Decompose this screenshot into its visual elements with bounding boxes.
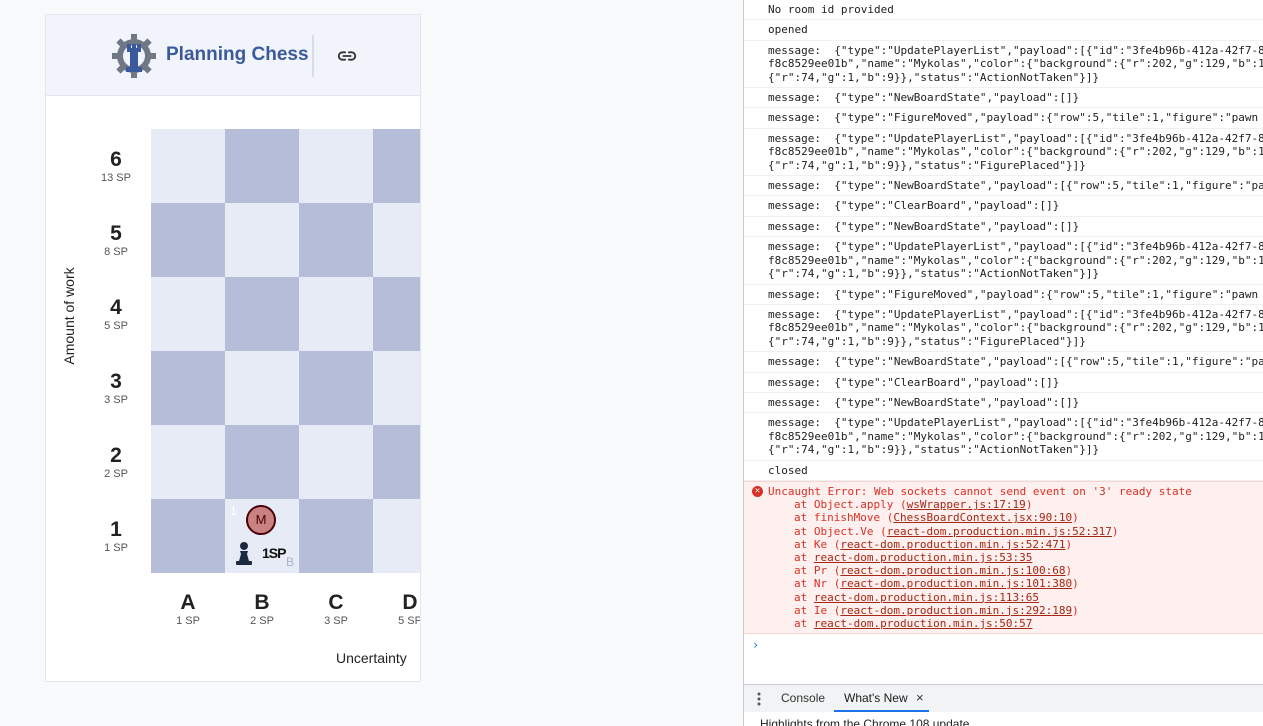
board-cell-b6[interactable] bbox=[225, 129, 299, 203]
board-cell-a5[interactable] bbox=[151, 203, 225, 277]
stack-frame: at Pr (react-dom.production.min.js:100:6… bbox=[794, 564, 1073, 578]
row-label-4: 45 SP bbox=[104, 296, 128, 332]
console-message: message: {"type":"FigureMoved","payload"… bbox=[744, 285, 1263, 305]
console-error: ✕ Uncaught Error: Web sockets cannot sen… bbox=[744, 480, 1263, 635]
col-label-a: A1 SP bbox=[176, 591, 200, 627]
console-message: message: {"type":"NewBoardState","payloa… bbox=[744, 352, 1263, 373]
row-label-5: 58 SP bbox=[104, 222, 128, 258]
board-cell-b3[interactable] bbox=[225, 351, 299, 425]
chess-board bbox=[151, 129, 420, 573]
console-prompt[interactable]: › bbox=[744, 634, 1263, 652]
link-icon[interactable] bbox=[336, 45, 358, 67]
tab-whats-new[interactable]: What's New bbox=[844, 691, 908, 705]
console-message: No room id provided bbox=[744, 0, 1263, 21]
console-message: message: {"type":"ClearBoard","payload":… bbox=[744, 373, 1263, 393]
whats-new-content: Highlights from the Chrome 108 update bbox=[744, 712, 1263, 726]
board-cell-d1[interactable] bbox=[373, 499, 420, 573]
board-cell-d6[interactable] bbox=[373, 129, 420, 203]
app-title: Planning Chess bbox=[166, 44, 309, 65]
error-icon: ✕ bbox=[752, 485, 763, 497]
stack-link[interactable]: react-dom.production.min.js:292:189 bbox=[840, 604, 1072, 617]
board-cell-c3[interactable] bbox=[299, 351, 373, 425]
console-message: message: {"type":"NewBoardState","payloa… bbox=[744, 217, 1263, 238]
drawer-tab-bar: Console What's New × bbox=[744, 684, 1263, 713]
board-cell-a2[interactable] bbox=[151, 425, 225, 499]
stack-frame: at Nr (react-dom.production.min.js:101:3… bbox=[794, 577, 1079, 591]
stack-link[interactable]: react-dom.production.min.js:52:317 bbox=[887, 525, 1112, 538]
x-axis-label: Uncertainty bbox=[336, 650, 407, 666]
stack-frame: at react-dom.production.min.js:113:65 bbox=[794, 590, 1040, 604]
console-message: message: {"type":"UpdatePlayerList","pay… bbox=[744, 413, 1263, 461]
board-cell-b2[interactable] bbox=[225, 425, 299, 499]
board-cell-d4[interactable] bbox=[373, 277, 420, 351]
header-divider bbox=[312, 35, 314, 77]
console-message: message: {"type":"FigureMoved","payload"… bbox=[744, 108, 1263, 129]
stack-frame: at Object.Ve (react-dom.production.min.j… bbox=[794, 524, 1119, 538]
board-cell-d5[interactable] bbox=[373, 203, 420, 277]
devtools-panel: No room id provided opened message: {"ty… bbox=[743, 0, 1263, 726]
stack-frame: at Object.apply (wsWrapper.js:17:19) bbox=[794, 498, 1033, 512]
col-label-b: B2 SP bbox=[250, 591, 274, 627]
console-message: closed bbox=[744, 461, 1263, 481]
stack-link[interactable]: react-dom.production.min.js:53:35 bbox=[814, 551, 1033, 564]
col-label-d: D5 SP bbox=[398, 591, 421, 627]
row-label-1: 11 SP bbox=[104, 518, 128, 554]
cell-corner-number: 1 bbox=[230, 504, 237, 518]
board-cell-a3[interactable] bbox=[151, 351, 225, 425]
stack-frame: at react-dom.production.min.js:53:35 bbox=[794, 550, 1033, 564]
stack-frame: at finishMove (ChessBoardContext.jsx:90:… bbox=[794, 511, 1079, 525]
stack-link[interactable]: react-dom.production.min.js:100:68 bbox=[840, 564, 1065, 577]
board-cell-b4[interactable] bbox=[225, 277, 299, 351]
stack-link[interactable]: wsWrapper.js:17:19 bbox=[907, 498, 1026, 511]
console-message: message: {"type":"ClearBoard","payload":… bbox=[744, 196, 1263, 217]
board-cell-c6[interactable] bbox=[299, 129, 373, 203]
error-message: Uncaught Error: Web sockets cannot send … bbox=[768, 484, 1192, 498]
board-cell-d3[interactable] bbox=[373, 351, 420, 425]
console-message: message: {"type":"UpdatePlayerList","pay… bbox=[744, 237, 1263, 285]
console-message: message: {"type":"UpdatePlayerList","pay… bbox=[744, 305, 1263, 353]
stack-link[interactable]: react-dom.production.min.js:113:65 bbox=[814, 591, 1039, 604]
stack-frame: at Ie (react-dom.production.min.js:292:1… bbox=[794, 603, 1079, 617]
close-tab-icon[interactable]: × bbox=[916, 690, 924, 705]
stack-frame: at Ke (react-dom.production.min.js:52:47… bbox=[794, 537, 1073, 551]
console-message: message: {"type":"NewBoardState","payloa… bbox=[744, 88, 1263, 109]
console-log[interactable]: No room id provided opened message: {"ty… bbox=[744, 0, 1263, 684]
console-message: message: {"type":"NewBoardState","payloa… bbox=[744, 393, 1263, 414]
planning-chess-app: Planning Chess Amount of work 6 13 SP 58 … bbox=[45, 14, 421, 682]
rook-gear-logo-icon bbox=[112, 34, 156, 78]
board-cell-c5[interactable] bbox=[299, 203, 373, 277]
console-message: message: {"type":"UpdatePlayerList","pay… bbox=[744, 41, 1263, 89]
board-cell-a1[interactable] bbox=[151, 499, 225, 573]
more-menu-icon[interactable] bbox=[756, 691, 762, 707]
board-cell-b5[interactable] bbox=[225, 203, 299, 277]
board-cell-a4[interactable] bbox=[151, 277, 225, 351]
board-cell-c2[interactable] bbox=[299, 425, 373, 499]
pawn-icon[interactable] bbox=[233, 541, 255, 565]
app-header: Planning Chess bbox=[46, 15, 420, 96]
board-cell-d2[interactable] bbox=[373, 425, 420, 499]
console-message: opened bbox=[744, 20, 1263, 41]
stack-frame: at react-dom.production.min.js:50:57 bbox=[794, 617, 1033, 630]
cell-letter: B bbox=[286, 555, 295, 569]
board-cell-c4[interactable] bbox=[299, 277, 373, 351]
stack-link[interactable]: ChessBoardContext.jsx:90:10 bbox=[893, 511, 1072, 524]
board-cell-a6[interactable] bbox=[151, 129, 225, 203]
row-label-2: 22 SP bbox=[104, 444, 128, 480]
row-label-6: 6 13 SP bbox=[101, 148, 131, 184]
col-label-c: C3 SP bbox=[324, 591, 348, 627]
console-message: message: {"type":"UpdatePlayerList","pay… bbox=[744, 129, 1263, 177]
stack-link[interactable]: react-dom.production.min.js:52:471 bbox=[840, 538, 1065, 551]
console-message: message: {"type":"NewBoardState","payloa… bbox=[744, 176, 1263, 197]
stack-link[interactable]: react-dom.production.min.js:101:380 bbox=[840, 577, 1072, 590]
player-avatar[interactable]: M bbox=[246, 505, 276, 535]
board-cell-c1[interactable] bbox=[299, 499, 373, 573]
row-label-3: 33 SP bbox=[104, 370, 128, 406]
stack-link[interactable]: react-dom.production.min.js:50:57 bbox=[814, 617, 1033, 630]
pawn-story-points-label: 1SP bbox=[262, 545, 286, 561]
tab-console[interactable]: Console bbox=[781, 691, 825, 705]
